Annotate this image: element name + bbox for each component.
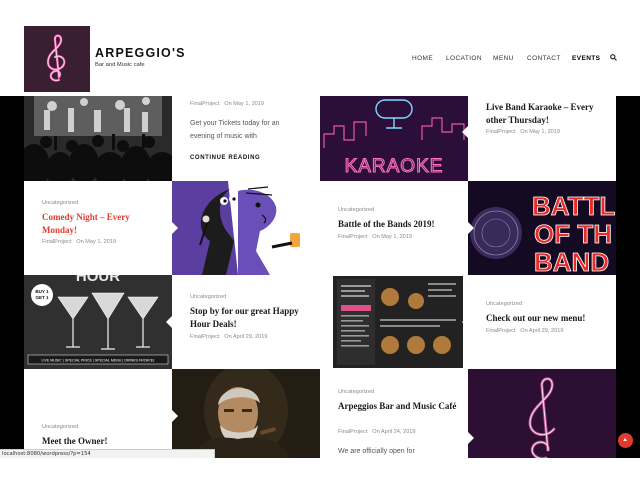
post-image-comedy[interactable] bbox=[172, 181, 320, 275]
post-title[interactable]: Live Band Karaoke – Every other Thursday… bbox=[486, 101, 606, 126]
main-nav: HOME LOCATION MENU CONTACT EVENTS bbox=[0, 54, 640, 65]
battle-text-3: BAND bbox=[534, 247, 609, 275]
nav-events[interactable]: EVENTS bbox=[572, 55, 600, 62]
post-date[interactable]: On May 1, 2019 bbox=[372, 234, 412, 240]
site-header: ARPEGGIO'S Bar and Music cafe HOME LOCAT… bbox=[0, 0, 640, 96]
page-gutter-right bbox=[616, 96, 640, 458]
nav-menu[interactable]: MENU bbox=[493, 55, 514, 62]
post-image-neon-clef[interactable] bbox=[468, 369, 616, 458]
post-card-karaoke: Live Band Karaoke – Every other Thursday… bbox=[468, 96, 616, 181]
post-category[interactable]: Uncategorized bbox=[190, 294, 226, 300]
promo-strip: LIVE MUSIC | SPECIAL PRICE | SPECIAL MEN… bbox=[42, 359, 155, 363]
post-date[interactable]: On May 1, 2019 bbox=[76, 239, 116, 245]
card-pointer bbox=[172, 410, 178, 422]
card-pointer bbox=[166, 316, 172, 328]
battle-text-1: BATTL bbox=[532, 191, 615, 221]
post-author[interactable]: FinalProject bbox=[338, 234, 368, 240]
scroll-to-top-button[interactable] bbox=[618, 433, 633, 448]
post-image-concert[interactable] bbox=[24, 96, 172, 181]
hour-text: HOUR bbox=[76, 275, 120, 285]
karaoke-sign-text: KARAOKE bbox=[345, 156, 444, 177]
post-title[interactable]: Battle of the Bands 2019! bbox=[338, 218, 458, 231]
post-image-owner[interactable] bbox=[172, 369, 320, 458]
card-pointer bbox=[172, 222, 178, 234]
post-category[interactable]: Uncategorized bbox=[42, 200, 78, 206]
post-image-karaoke[interactable]: KARAOKE bbox=[320, 96, 468, 181]
post-author[interactable]: FinalProject bbox=[190, 334, 220, 340]
post-author[interactable]: FinalProject bbox=[190, 101, 220, 107]
post-title[interactable]: Arpeggios Bar and Music Café bbox=[338, 400, 458, 413]
search-icon[interactable] bbox=[610, 54, 617, 63]
card-pointer bbox=[462, 316, 468, 328]
post-date[interactable]: On May 1, 2019 bbox=[520, 129, 560, 135]
post-title[interactable]: Comedy Night – Every Monday! bbox=[42, 211, 160, 236]
post-card-comedy: Uncategorized Comedy Night – Every Monda… bbox=[24, 181, 172, 275]
nav-location[interactable]: LOCATION bbox=[446, 55, 482, 62]
post-date[interactable]: On April 29, 2019 bbox=[520, 328, 563, 334]
post-category[interactable]: Uncategorized bbox=[338, 389, 374, 395]
post-card-menu: Uncategorized Check out our new menu! Fi… bbox=[468, 275, 616, 369]
post-date[interactable]: On May 1, 2019 bbox=[224, 101, 264, 107]
nav-contact[interactable]: CONTACT bbox=[527, 55, 561, 62]
browser-status-url: localhost:8080/wordpress/?p=154 bbox=[0, 449, 215, 458]
page-gutter-left bbox=[0, 96, 24, 458]
svg-text:BUY 1: BUY 1 bbox=[35, 289, 49, 294]
battle-text-2: OF TH bbox=[534, 219, 612, 249]
post-date[interactable]: On April 24, 2019 bbox=[372, 429, 415, 435]
nav-home[interactable]: HOME bbox=[412, 55, 433, 62]
card-pointer bbox=[468, 222, 474, 234]
post-image-happy-hour[interactable]: HOUR BUY 1 GET 1 LIVE MUSIC | SPECIAL PR… bbox=[24, 275, 172, 369]
card-pointer bbox=[462, 126, 468, 138]
post-image-menu[interactable] bbox=[320, 275, 468, 369]
post-card-battle: Uncategorized Battle of the Bands 2019! … bbox=[320, 181, 468, 275]
post-card-intro: FinalProject On May 1, 2019 Get your Tic… bbox=[172, 96, 320, 181]
post-card-happy-hour: Uncategorized Stop by for our great Happ… bbox=[172, 275, 320, 369]
post-category[interactable]: Uncategorized bbox=[338, 207, 374, 213]
post-excerpt: We are officially open for bbox=[338, 448, 415, 455]
page-bottom bbox=[0, 458, 640, 480]
post-card-arpeggios: Uncategorized Arpeggios Bar and Music Ca… bbox=[320, 369, 468, 458]
post-card-owner: Uncategorized Meet the Owner! bbox=[24, 369, 172, 458]
post-title[interactable]: Meet the Owner! bbox=[42, 435, 162, 448]
post-category[interactable]: Uncategorized bbox=[486, 301, 522, 307]
post-author[interactable]: FinalProject bbox=[486, 129, 516, 135]
post-image-battle[interactable]: BATTL OF TH BAND bbox=[468, 181, 616, 275]
post-title[interactable]: Stop by for our great Happy Hour Deals! bbox=[190, 305, 310, 330]
post-author[interactable]: FinalProject bbox=[486, 328, 516, 334]
svg-text:GET 1: GET 1 bbox=[35, 295, 49, 300]
post-category[interactable]: Uncategorized bbox=[42, 424, 78, 430]
post-author[interactable]: FinalProject bbox=[42, 239, 72, 245]
post-title[interactable]: Check out our new menu! bbox=[486, 312, 606, 325]
post-author[interactable]: FinalProject bbox=[338, 429, 368, 435]
post-excerpt: Get your Tickets today for an evening of… bbox=[190, 120, 280, 140]
card-pointer bbox=[468, 432, 474, 444]
post-date[interactable]: On April 29, 2019 bbox=[224, 334, 267, 340]
continue-reading-link[interactable]: CONTINUE READING bbox=[190, 155, 260, 161]
